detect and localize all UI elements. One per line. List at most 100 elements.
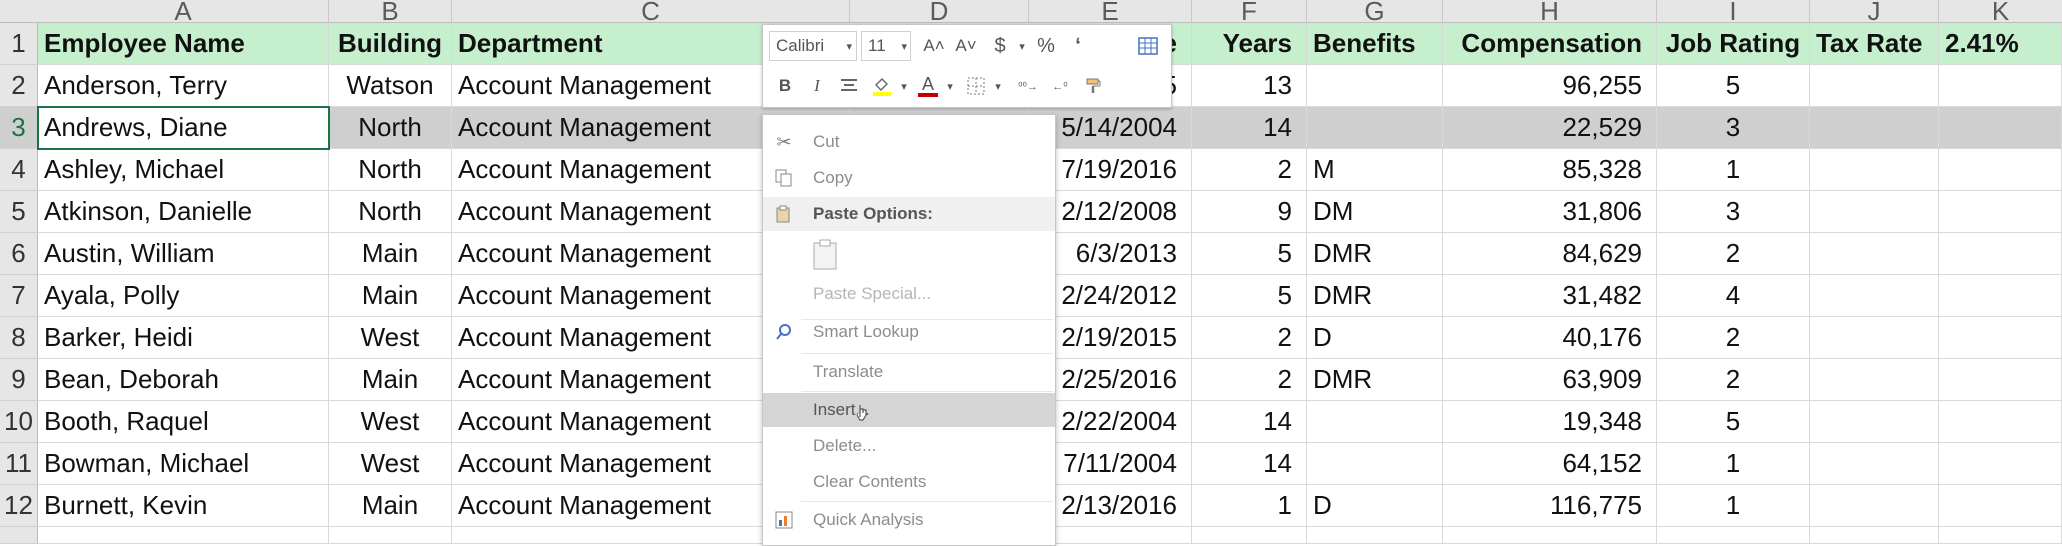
cell-years[interactable]: 14 [1192,107,1307,149]
cell-employee-name[interactable]: Atkinson, Danielle [38,191,329,233]
cell-years[interactable]: 2 [1192,359,1307,401]
header-tax-rate-value[interactable]: 2.41% [1939,23,2062,65]
cell-col-k[interactable] [1939,275,2062,317]
cell-benefits[interactable] [1307,401,1443,443]
cell-compensation[interactable]: 63,909 [1443,359,1657,401]
cell-col-k[interactable] [1939,359,2062,401]
bold-button[interactable]: B [771,71,799,101]
chevron-down-icon[interactable]: ▾ [897,71,911,101]
cell-job-rating[interactable]: 2 [1657,359,1810,401]
chevron-down-icon[interactable]: ▾ [1015,31,1029,61]
cell-col-k[interactable] [1939,317,2062,359]
row-header-6[interactable]: 6 [0,233,38,275]
menu-item-insert[interactable]: Insert... [763,393,1055,427]
cell-col-k[interactable] [1939,443,2062,485]
cell-compensation[interactable]: 116,775 [1443,485,1657,527]
cell-row-13[interactable] [1192,527,1307,544]
header-compensation[interactable]: Compensation [1443,23,1657,65]
row-header-11[interactable]: 11 [0,443,38,485]
cell-col-k[interactable] [1939,191,2062,233]
cell-employee-name[interactable]: Booth, Raquel [38,401,329,443]
cell-col-k[interactable] [1939,233,2062,275]
row-header-7[interactable]: 7 [0,275,38,317]
row-header-1[interactable]: 1 [0,23,38,65]
cell-years[interactable]: 14 [1192,443,1307,485]
cell-job-rating[interactable]: 1 [1657,149,1810,191]
cell-col-j[interactable] [1810,359,1939,401]
fill-color-icon[interactable] [867,71,897,101]
cell-employee-name[interactable]: Anderson, Terry [38,65,329,107]
cell-employee-name[interactable]: Austin, William [38,233,329,275]
borders-icon[interactable] [961,71,991,101]
col-header-b[interactable]: B [329,0,452,23]
cell-years[interactable]: 2 [1192,149,1307,191]
cell-years[interactable]: 5 [1192,275,1307,317]
cell-building[interactable]: Watson [329,65,452,107]
row-header-13[interactable] [0,527,38,544]
comma-style-button[interactable]: ʻ [1063,31,1093,61]
cell-employee-name[interactable]: Andrews, Diane [38,107,329,149]
row-header-2[interactable]: 2 [0,65,38,107]
select-all-corner[interactable] [0,0,39,23]
row-header-10[interactable]: 10 [0,401,38,443]
cell-building[interactable]: Main [329,485,452,527]
row-header-12[interactable]: 12 [0,485,38,527]
cell-job-rating[interactable]: 1 [1657,485,1810,527]
cell-employee-name[interactable]: Barker, Heidi [38,317,329,359]
cell-compensation[interactable]: 22,529 [1443,107,1657,149]
col-header-e[interactable]: E [1029,0,1192,23]
cell-compensation[interactable]: 31,806 [1443,191,1657,233]
cell-col-j[interactable] [1810,149,1939,191]
cell-col-j[interactable] [1810,191,1939,233]
menu-item-delete[interactable]: Delete... [763,429,1055,463]
cell-building[interactable]: West [329,317,452,359]
col-header-f[interactable]: F [1192,0,1307,23]
header-years[interactable]: Years [1192,23,1307,65]
shrink-font-button[interactable]: A˅ [951,31,981,61]
grow-font-button[interactable]: A˄ [919,31,949,61]
cell-col-j[interactable] [1810,107,1939,149]
cell-col-j[interactable] [1810,401,1939,443]
col-header-i[interactable]: I [1657,0,1810,23]
menu-item-paste-special[interactable]: Paste Special... [763,277,1055,311]
cell-compensation[interactable]: 85,328 [1443,149,1657,191]
cell-benefits[interactable]: DMR [1307,359,1443,401]
cell-benefits[interactable]: D [1307,317,1443,359]
cell-building[interactable]: West [329,443,452,485]
cell-col-j[interactable] [1810,233,1939,275]
cell-row-13[interactable] [1657,527,1810,544]
cell-compensation[interactable]: 31,482 [1443,275,1657,317]
header-tax-rate-label[interactable]: Tax Rate [1810,23,1939,65]
cell-job-rating[interactable]: 5 [1657,401,1810,443]
header-benefits[interactable]: Benefits [1307,23,1443,65]
cell-row-13[interactable] [1443,527,1657,544]
cell-col-k[interactable] [1939,401,2062,443]
cell-building[interactable]: Main [329,275,452,317]
font-color-button[interactable]: A [913,71,943,101]
cell-benefits[interactable] [1307,65,1443,107]
cell-years[interactable]: 1 [1192,485,1307,527]
cell-benefits[interactable]: DMR [1307,233,1443,275]
cell-col-j[interactable] [1810,317,1939,359]
cell-employee-name[interactable]: Ayala, Polly [38,275,329,317]
cell-years[interactable]: 2 [1192,317,1307,359]
cell-col-k[interactable] [1939,107,2062,149]
cell-job-rating[interactable]: 5 [1657,65,1810,107]
italic-button[interactable]: I [803,71,831,101]
currency-button[interactable]: $ [985,31,1015,61]
cell-building[interactable]: West [329,401,452,443]
cell-compensation[interactable]: 40,176 [1443,317,1657,359]
cell-employee-name[interactable]: Burnett, Kevin [38,485,329,527]
cell-col-k[interactable] [1939,485,2062,527]
cell-employee-name[interactable]: Bowman, Michael [38,443,329,485]
cell-benefits[interactable] [1307,443,1443,485]
cell-years[interactable]: 5 [1192,233,1307,275]
cell-compensation[interactable]: 64,152 [1443,443,1657,485]
menu-item-cut[interactable]: ✂ Cut [763,125,1055,159]
decrease-decimal-icon[interactable]: ←⁰ [1045,71,1075,101]
cell-row-13[interactable] [38,527,329,544]
row-header-4[interactable]: 4 [0,149,38,191]
cell-col-j[interactable] [1810,65,1939,107]
menu-item-smart-lookup[interactable]: Smart Lookup [763,315,1055,349]
cell-row-13[interactable] [1307,527,1443,544]
